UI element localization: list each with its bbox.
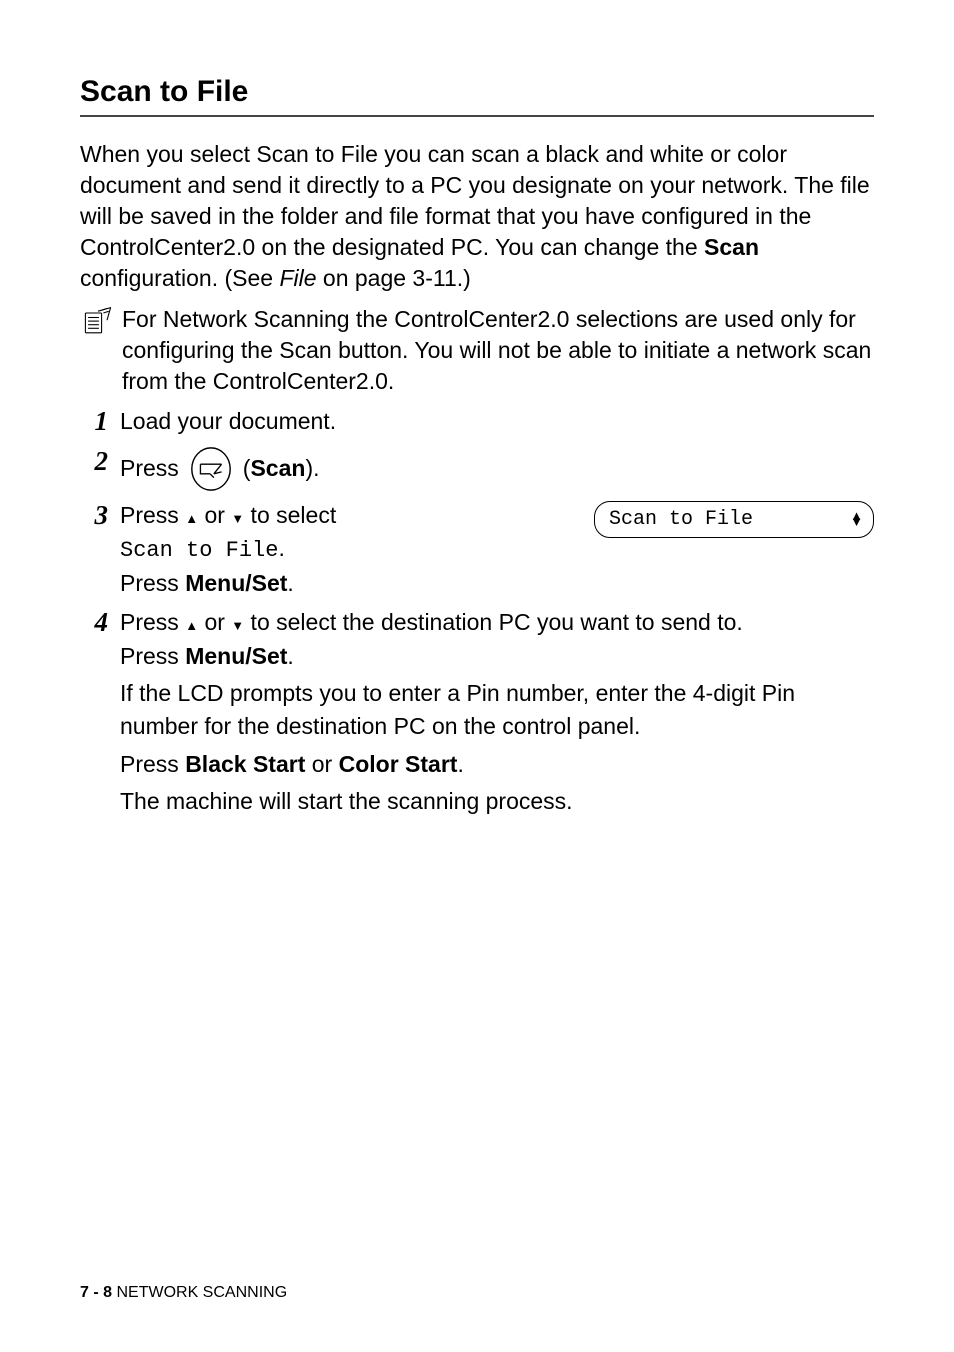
- note-text: For Network Scanning the ControlCenter2.…: [122, 304, 874, 397]
- step1-text: Load your document.: [120, 408, 336, 434]
- intro-text-mid: configuration. (See: [80, 265, 279, 291]
- intro-text-suffix: on page 3-11.): [317, 265, 471, 291]
- step3-line1: Press ▲ or ▼ to select: [120, 499, 564, 532]
- menu-set-label: Menu/Set: [185, 570, 287, 596]
- text: to select: [244, 502, 336, 528]
- step2-paren: (Scan).: [243, 452, 320, 485]
- step-number: 4: [80, 606, 108, 638]
- step3-mono: Scan to File: [120, 538, 278, 563]
- down-arrow-icon: ▼: [231, 618, 244, 633]
- step-number: 3: [80, 499, 108, 531]
- text: .: [287, 570, 293, 596]
- chapter-title: NETWORK SCANNING: [112, 1284, 287, 1301]
- text: or: [198, 502, 231, 528]
- step4-para1: If the LCD prompts you to enter a Pin nu…: [120, 677, 874, 744]
- text: or: [305, 751, 338, 777]
- text: Press: [120, 502, 185, 528]
- steps-list: 1 Load your document. 2 Press: [80, 405, 874, 818]
- step2-press: Press: [120, 452, 179, 485]
- down-arrow-icon: ▼: [850, 519, 863, 526]
- text: Press: [120, 609, 185, 635]
- step4-line3: Press Black Start or Color Start.: [120, 748, 874, 781]
- step3-line2: Press Menu/Set.: [120, 567, 564, 600]
- text: Press: [120, 570, 185, 596]
- step4-line2: Press Menu/Set.: [120, 640, 874, 673]
- page-footer: 7 - 8 NETWORK SCANNING: [80, 1284, 287, 1302]
- step-1: 1 Load your document.: [80, 405, 874, 438]
- text: Press: [120, 643, 185, 669]
- note-block: For Network Scanning the ControlCenter2.…: [80, 304, 874, 397]
- black-start-label: Black Start: [185, 751, 305, 777]
- page-number: 7 - 8: [80, 1284, 112, 1301]
- color-start-label: Color Start: [339, 751, 458, 777]
- step-body: Load your document.: [120, 405, 874, 438]
- step-2: 2 Press (Scan).: [80, 445, 874, 493]
- up-arrow-icon: ▲: [185, 618, 198, 633]
- lcd-display: Scan to File ▲ ▼: [594, 501, 874, 538]
- title-divider: [80, 115, 874, 117]
- step-body: Press (Scan).: [120, 445, 874, 493]
- lcd-arrow-icon: ▲ ▼: [850, 513, 863, 526]
- text: .: [457, 751, 463, 777]
- step4-para2: The machine will start the scanning proc…: [120, 785, 874, 818]
- step-body: Press ▲ or ▼ to select the destination P…: [120, 606, 874, 818]
- text: to select the destination PC you want to…: [244, 609, 743, 635]
- period: .: [278, 535, 284, 561]
- step-body: Press ▲ or ▼ to select Scan to File. Pre…: [120, 499, 874, 601]
- step-number: 2: [80, 445, 108, 477]
- scan-button-icon: [187, 445, 235, 493]
- text: or: [198, 609, 231, 635]
- close-paren: ).: [305, 455, 319, 481]
- down-arrow-icon: ▼: [231, 511, 244, 526]
- intro-scan-bold: Scan: [704, 234, 759, 260]
- intro-file-italic: File: [279, 265, 316, 291]
- scan-label: Scan: [250, 455, 305, 481]
- section-title: Scan to File: [80, 75, 874, 109]
- step-number: 1: [80, 405, 108, 437]
- step-3: 3 Press ▲ or ▼ to select Scan to File. P…: [80, 499, 874, 601]
- lcd-text: Scan to File: [609, 505, 753, 534]
- intro-paragraph: When you select Scan to File you can sca…: [80, 139, 874, 294]
- up-arrow-icon: ▲: [185, 511, 198, 526]
- text: .: [287, 643, 293, 669]
- note-icon: [80, 304, 116, 345]
- text: Press: [120, 751, 185, 777]
- menu-set-label: Menu/Set: [185, 643, 287, 669]
- step-4: 4 Press ▲ or ▼ to select the destination…: [80, 606, 874, 818]
- step4-line1: Press ▲ or ▼ to select the destination P…: [120, 606, 874, 639]
